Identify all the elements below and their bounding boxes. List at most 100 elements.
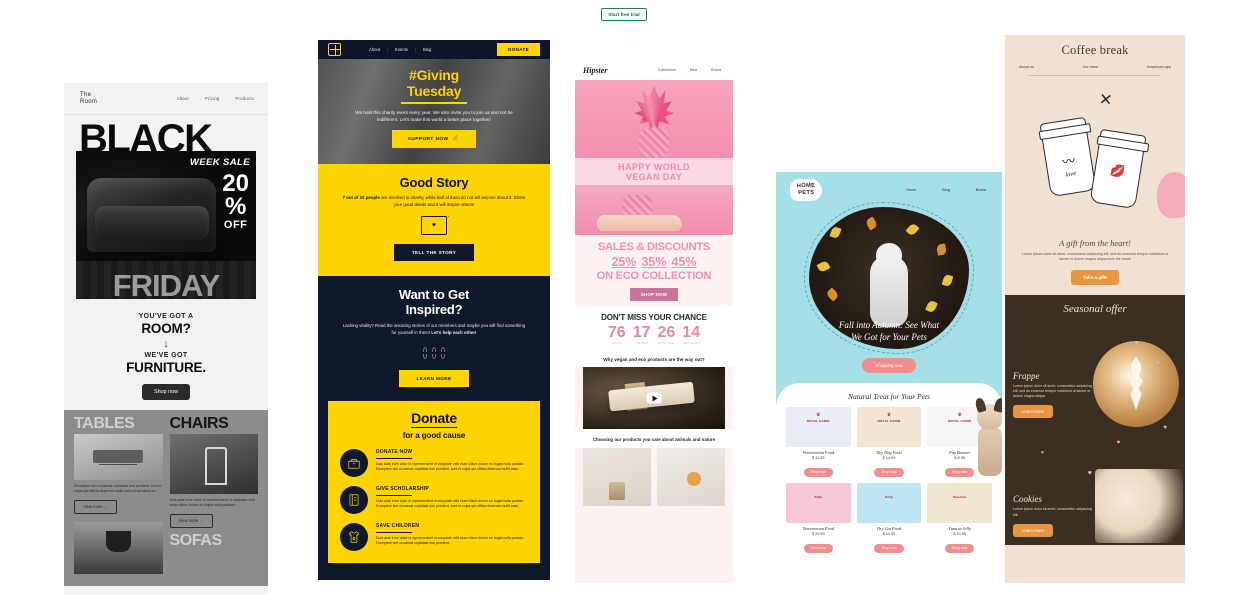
- t2-item2-title: GIVE SCHOLARSHIP: [376, 486, 429, 493]
- t5-frappe-title: Frappe: [1013, 370, 1040, 381]
- t5-nav-download-app[interactable]: Download app: [1147, 65, 1171, 69]
- product-card[interactable]: ♛ ROYAL CANIN Dry Dog Food $ 14.99 Shop …: [856, 407, 922, 478]
- t2-item3-rule: [376, 531, 412, 533]
- template-card-giving-tuesday[interactable]: About | Events | Blog DONATE #Giving Tue…: [318, 40, 550, 580]
- t2-donate-section: Donate for a good cause DONATE NOW Duis …: [328, 401, 540, 564]
- t1-shop-now-button[interactable]: Shop now: [142, 384, 190, 400]
- t2-item1-rule: [376, 457, 412, 459]
- t2-item1-body: Duis aute irure dolor in reprehenderit i…: [376, 461, 525, 472]
- t1-logo-line2: Room: [80, 98, 98, 105]
- t5-seasonal-title: Seasonal offer: [1063, 302, 1127, 315]
- t2-hero-body: We hold this charity event every year. W…: [355, 109, 513, 122]
- t1-cat2-view-more-button[interactable]: View more →: [169, 513, 213, 528]
- t1-message-block: YOU'VE GOT A ROOM? ↓ WE'VE GOT FURNITURE…: [64, 299, 268, 410]
- product-shop-now-button[interactable]: Shop now: [944, 467, 975, 477]
- t3-video-thumbnail[interactable]: [583, 367, 725, 429]
- product-price: $ 10.99: [953, 532, 966, 536]
- t5-nav-our-store[interactable]: Our store: [1082, 65, 1098, 69]
- t2-hero-rule: [401, 102, 467, 104]
- product-shop-now-button[interactable]: Shop now: [944, 543, 975, 553]
- product-card[interactable]: Nourish Tuna in Jelly $ 10.99 Shop now: [927, 483, 992, 554]
- t5-take-a-gift-button[interactable]: Take a gift!: [1071, 269, 1119, 285]
- t2-donate-item: GIVE SCHOLARSHIP Duis aute irure dolor i…: [340, 486, 528, 515]
- down-arrow-icon: ↓: [163, 338, 169, 350]
- t4-cat-photo: Fall into Autumn: See What We Got for Yo…: [809, 207, 969, 349]
- template-card-hipster-vegan[interactable]: Hipster Collections New Brand HAPPY WORL…: [575, 60, 733, 583]
- t1-logo: The Room: [80, 92, 97, 106]
- t4-shopping-now-button[interactable]: Shopping now: [862, 358, 916, 373]
- countdown-hours-value: 17: [632, 324, 651, 341]
- t3-shop-now-button[interactable]: SHOP NOW: [629, 288, 679, 301]
- product-image: Kitty: [856, 483, 922, 523]
- t2-support-now-button[interactable]: SUPPORT NOW ✍: [391, 129, 477, 148]
- product-card[interactable]: ♛ ROYAL CANIN Veterinarian Food $ 11.99 …: [786, 407, 851, 478]
- t1-nav-pricing[interactable]: Pricing: [205, 96, 220, 101]
- product-card[interactable]: Kitty Dry Cat Food $ 14.99 Shop now: [856, 483, 922, 554]
- t2-hero: #Giving Tuesday We hold this charity eve…: [318, 59, 550, 164]
- t3-photo-brushes: [583, 448, 651, 506]
- product-shop-now-button[interactable]: Shop now: [874, 543, 904, 553]
- template-card-black-friday[interactable]: The Room About Pricing Products BLACK WE…: [64, 83, 268, 595]
- t5-frappe-learn-more-button[interactable]: Learn more: [1013, 405, 1053, 419]
- coffee-cup-right: 💋: [1089, 128, 1150, 210]
- t2-nav-blog[interactable]: Blog: [423, 47, 431, 52]
- t2-story-bold: 7 out of 10 people: [342, 195, 380, 200]
- t1-cat1-view-more-button[interactable]: View more →: [74, 499, 118, 514]
- t3-countdown-row: 76 DAYS 17 HOURS 26 MINUTES 14 SECONDS: [579, 324, 729, 345]
- t2-story-body: 7 out of 10 people are involved in chari…: [334, 195, 534, 208]
- t2-tell-the-story-button[interactable]: TELL THE STORY: [393, 244, 475, 262]
- t5-navbar: About us Our store Download app: [1005, 58, 1185, 75]
- product-brand: Kitty: [885, 495, 893, 499]
- t4-script-line2: We Got for Your Pets: [851, 332, 927, 342]
- countdown-days-unit: DAYS: [612, 341, 622, 345]
- t2-donate-item-text: SAVE CHILDREN Duis aute irure dolor in r…: [376, 523, 528, 546]
- t2-donate-button[interactable]: DONATE: [497, 43, 540, 56]
- t5-nav-about-us[interactable]: About us: [1019, 65, 1034, 69]
- t3-nav-brand[interactable]: Brand: [711, 68, 721, 72]
- t1-lamp-photo: [74, 521, 163, 574]
- product-shop-now-button[interactable]: Shop now: [803, 543, 834, 553]
- t2-hero-content: #Giving Tuesday We hold this charity eve…: [318, 59, 550, 148]
- t1-nav-about[interactable]: About: [177, 96, 189, 101]
- t1-cat2-title: CHAIRS: [169, 415, 229, 432]
- t2-learn-more-button[interactable]: LEARN MORE: [398, 370, 470, 388]
- t2-support-label: SUPPORT NOW: [407, 137, 449, 143]
- play-button-icon[interactable]: [646, 392, 662, 404]
- product-brand: ROYAL CANIN: [806, 419, 830, 423]
- product-shop-now-button[interactable]: Shop now: [874, 467, 904, 477]
- t3-nav-links: Collections New Brand: [658, 68, 725, 72]
- t1-hero: BLACK WEEK SALE 20 % OFF FRIDAY: [76, 119, 256, 299]
- product-card[interactable]: Kitty Veterinarian Food $ 20.99 Shop now: [786, 483, 851, 554]
- t5-seasonal-section: Seasonal offer Frappe Lorem ipsum dolor …: [1005, 294, 1185, 545]
- t1-discount: 20 % OFF: [222, 172, 249, 232]
- start-free-trial-button[interactable]: Start free trial: [601, 8, 647, 21]
- t2-donate-item: SAVE CHILDREN Duis aute irure dolor in r…: [340, 523, 528, 552]
- template-card-coffee-break[interactable]: Coffee break About us Our store Download…: [1005, 35, 1185, 583]
- t1-category-tables: TABLES Excepteur sint occaecat cupidatat…: [74, 416, 163, 574]
- t3-nav-new[interactable]: New: [690, 68, 697, 72]
- t1-nav-products[interactable]: Products: [235, 96, 254, 101]
- t2-nav-about[interactable]: About: [369, 47, 380, 52]
- t4-nav-blog[interactable]: Blog: [942, 188, 950, 192]
- product-shop-now-button[interactable]: Shop now: [803, 467, 834, 477]
- donation-box-icon: [340, 449, 368, 478]
- product-price: $ 14.99: [882, 532, 896, 536]
- t2-inspired-section: Want to Get Inspired? Lacking vitality? …: [318, 274, 550, 402]
- t5-cups-illustration: ✕ 〰 love 💋: [1005, 76, 1185, 232]
- heart-icon: ♥: [1087, 469, 1092, 477]
- tshirt-heart-icon: [340, 523, 368, 552]
- product-brand: ROYAL CANIN: [877, 419, 901, 423]
- cup-lid-right: [1096, 135, 1150, 153]
- t5-gift-title: A gift from the heart!: [1059, 238, 1131, 248]
- t4-nav-brand[interactable]: Brand: [976, 188, 986, 192]
- template-card-home-pets[interactable]: HOME PETS Home Blog Brand Fall into Autu…: [776, 172, 1002, 580]
- t4-nav-home[interactable]: Home: [906, 188, 916, 192]
- t2-nav-links: About | Events | Blog: [369, 47, 431, 52]
- product-price: $ 14.99: [882, 456, 896, 460]
- countdown-seconds-unit: SECONDS: [682, 341, 700, 345]
- t4-nav-links: Home Blog Brand: [906, 188, 990, 192]
- t5-cookies-learn-more-button[interactable]: Learn more: [1013, 523, 1053, 537]
- t3-nav-collections[interactable]: Collections: [658, 68, 676, 72]
- crown-icon: ♛: [816, 412, 821, 418]
- t2-nav-events[interactable]: Events: [395, 47, 408, 52]
